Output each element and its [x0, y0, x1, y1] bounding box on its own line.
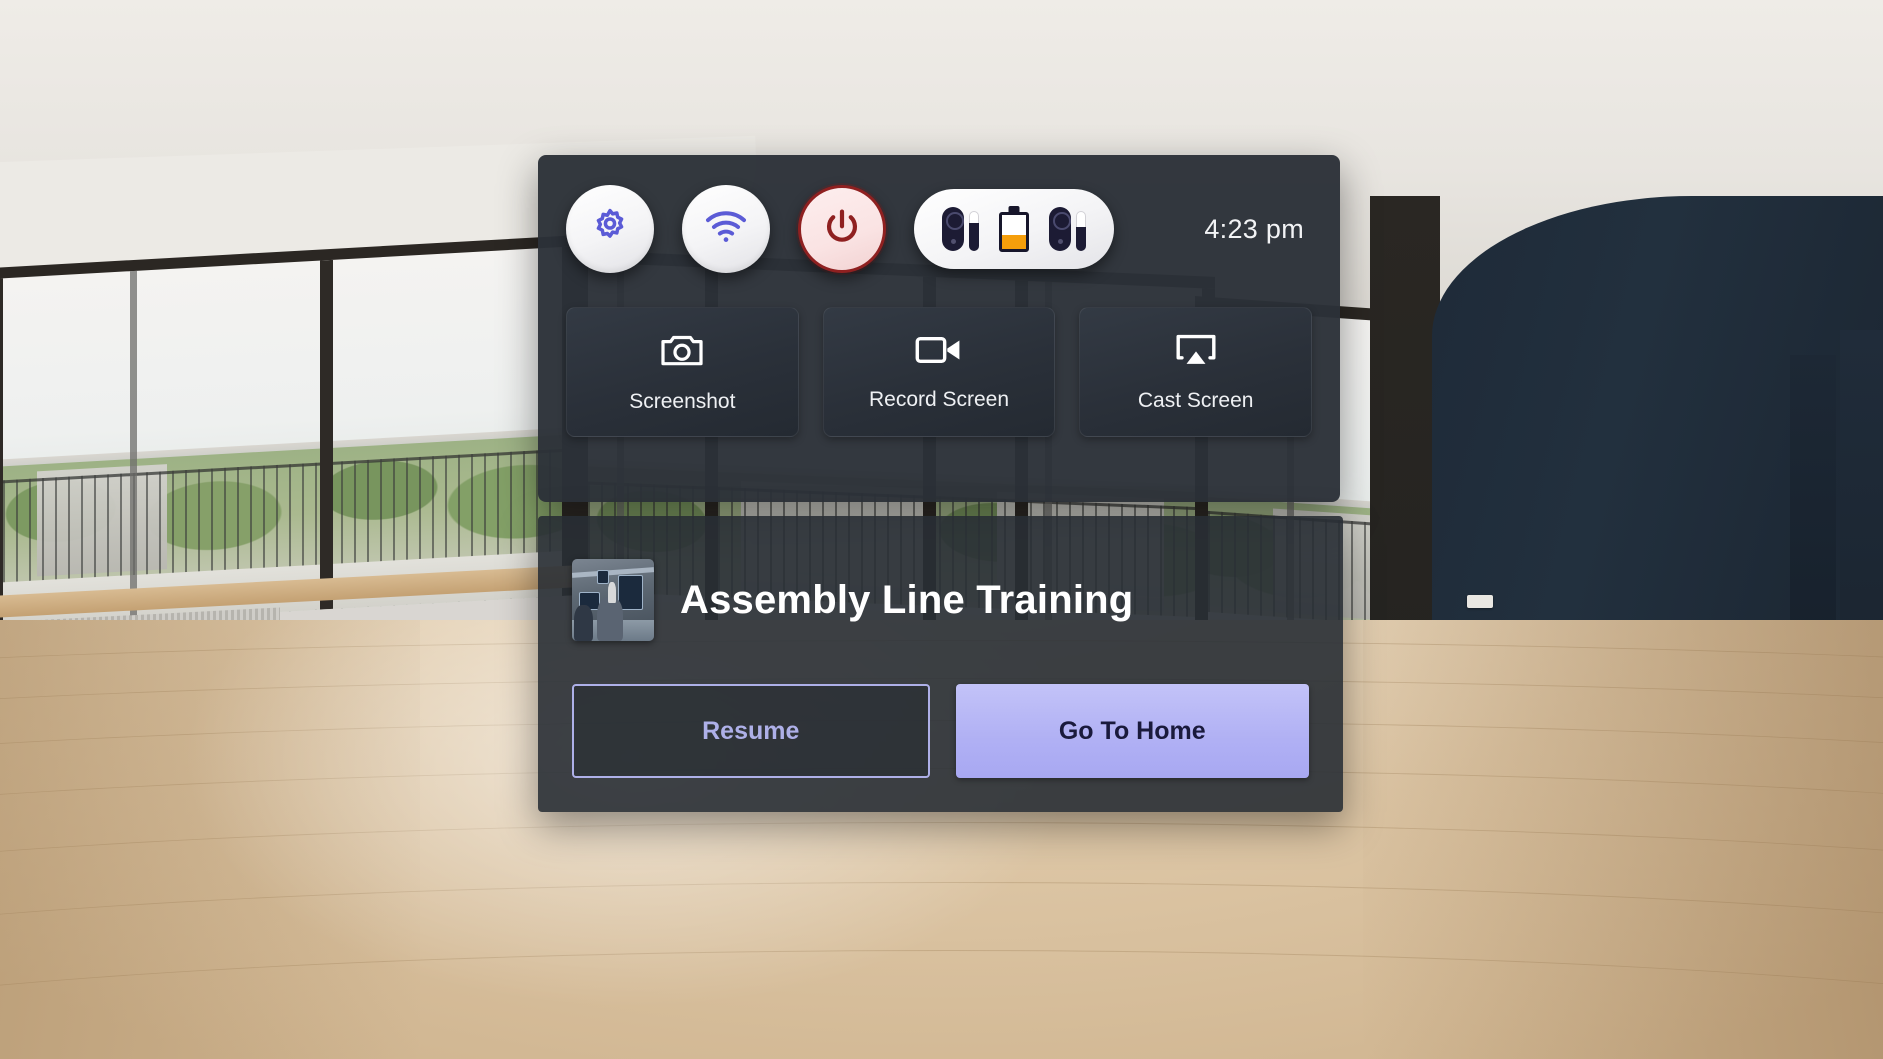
cast-screen-card-label: Cast Screen: [1137, 388, 1254, 412]
headset-battery-level: [1002, 235, 1026, 249]
power-icon: [821, 206, 863, 253]
camera-icon: [659, 331, 705, 374]
cast-screen-icon: [1173, 332, 1219, 373]
app-resume-panel: Assembly Line Training Resume Go To Home: [538, 516, 1343, 812]
app-action-row: Resume Go To Home: [572, 684, 1309, 778]
left-controller-icon: [942, 207, 979, 251]
wall-outlet: [1467, 595, 1493, 608]
right-controller-icon: [1049, 207, 1086, 251]
app-thumbnail: [572, 559, 654, 641]
gear-icon: [589, 206, 631, 253]
action-cards: Screenshot Record Screen Cast Screen: [566, 307, 1313, 437]
left-controller-level: [969, 223, 979, 251]
resume-button[interactable]: Resume: [572, 684, 930, 778]
quick-settings-panel: 4:23 pm Screenshot Record Screen Cast Sc…: [538, 155, 1340, 502]
wifi-button[interactable]: [682, 185, 770, 273]
headset-battery-icon: [999, 206, 1029, 252]
video-camera-icon: [914, 333, 964, 372]
quick-settings-row: 4:23 pm: [566, 183, 1312, 275]
power-button[interactable]: [798, 185, 886, 273]
go-to-home-button[interactable]: Go To Home: [955, 684, 1309, 778]
record-screen-card[interactable]: Record Screen: [822, 307, 1056, 437]
wifi-icon: [704, 209, 748, 250]
cast-screen-card[interactable]: Cast Screen: [1079, 307, 1313, 437]
screenshot-card[interactable]: Screenshot: [566, 307, 799, 437]
battery-status-pill[interactable]: [914, 189, 1114, 269]
record-screen-card-label: Record Screen: [868, 387, 1010, 411]
app-title: Assembly Line Training: [680, 577, 1134, 622]
settings-button[interactable]: [566, 185, 654, 273]
screenshot-card-label: Screenshot: [629, 389, 736, 413]
clock: 4:23 pm: [1204, 213, 1304, 244]
app-info: Assembly Line Training: [572, 554, 1309, 646]
right-controller-level: [1076, 227, 1086, 251]
